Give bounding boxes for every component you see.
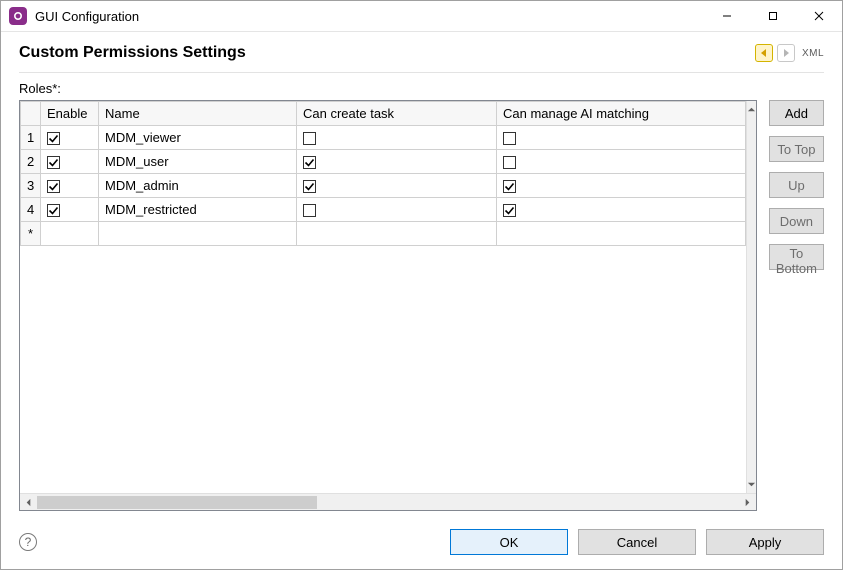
window-root: GUI Configuration Custom Permissions Set… bbox=[0, 0, 843, 570]
row-number[interactable]: 4 bbox=[21, 198, 41, 222]
ok-button[interactable]: OK bbox=[450, 529, 568, 555]
new-row-marker[interactable]: * bbox=[21, 222, 41, 246]
window-maximize-button[interactable] bbox=[750, 1, 796, 32]
scroll-down-icon[interactable] bbox=[747, 476, 756, 493]
table-new-row[interactable]: * bbox=[21, 222, 746, 246]
cell-enable[interactable] bbox=[41, 174, 99, 198]
checkbox-checked-icon[interactable] bbox=[47, 180, 60, 193]
vertical-scrollbar[interactable] bbox=[746, 101, 756, 493]
window-minimize-button[interactable] bbox=[704, 1, 750, 32]
hscroll-thumb[interactable] bbox=[37, 496, 317, 509]
page-title: Custom Permissions Settings bbox=[19, 44, 755, 62]
content-area: Custom Permissions Settings XML Roles*: bbox=[1, 32, 842, 569]
table-row[interactable]: 4 MDM_restricted bbox=[21, 198, 746, 222]
col-header-rownum[interactable] bbox=[21, 102, 41, 126]
cell-manage-ai[interactable] bbox=[497, 126, 746, 150]
help-glyph: ? bbox=[25, 535, 32, 549]
checkbox-checked-icon[interactable] bbox=[47, 132, 60, 145]
nav-forward-button[interactable] bbox=[777, 44, 795, 62]
up-button[interactable]: Up bbox=[769, 172, 824, 198]
cell-enable[interactable] bbox=[41, 126, 99, 150]
footer: ? OK Cancel Apply bbox=[1, 519, 842, 569]
cell-create-task[interactable] bbox=[297, 150, 497, 174]
checkbox-unchecked-icon[interactable] bbox=[503, 132, 516, 145]
nav-back-button[interactable] bbox=[755, 44, 773, 62]
checkbox-checked-icon[interactable] bbox=[503, 204, 516, 217]
help-icon[interactable]: ? bbox=[19, 533, 37, 551]
roles-grid-panel: Enable Name Can create task Can manage A… bbox=[19, 100, 757, 511]
cell-create-task[interactable] bbox=[297, 126, 497, 150]
scroll-right-icon[interactable] bbox=[739, 494, 756, 511]
horizontal-scrollbar[interactable] bbox=[20, 493, 756, 510]
cell-enable[interactable] bbox=[41, 222, 99, 246]
roles-label: Roles*: bbox=[1, 81, 842, 100]
app-icon bbox=[9, 7, 27, 25]
cell-name[interactable]: MDM_user bbox=[99, 150, 297, 174]
cell-create-task[interactable] bbox=[297, 222, 497, 246]
checkbox-unchecked-icon[interactable] bbox=[303, 204, 316, 217]
titlebar: GUI Configuration bbox=[1, 1, 842, 32]
cell-manage-ai[interactable] bbox=[497, 150, 746, 174]
cell-name[interactable] bbox=[99, 222, 297, 246]
checkbox-checked-icon[interactable] bbox=[47, 204, 60, 217]
scroll-left-icon[interactable] bbox=[20, 494, 37, 511]
cell-name[interactable]: MDM_restricted bbox=[99, 198, 297, 222]
down-button[interactable]: Down bbox=[769, 208, 824, 234]
side-buttons: Add To Top Up Down To Bottom bbox=[769, 100, 824, 511]
checkbox-checked-icon[interactable] bbox=[303, 156, 316, 169]
row-number[interactable]: 1 bbox=[21, 126, 41, 150]
row-number[interactable]: 2 bbox=[21, 150, 41, 174]
cell-enable[interactable] bbox=[41, 198, 99, 222]
checkbox-unchecked-icon[interactable] bbox=[303, 132, 316, 145]
apply-button[interactable]: Apply bbox=[706, 529, 824, 555]
window-title: GUI Configuration bbox=[35, 9, 139, 24]
cell-manage-ai[interactable] bbox=[497, 222, 746, 246]
cell-name[interactable]: MDM_admin bbox=[99, 174, 297, 198]
checkbox-checked-icon[interactable] bbox=[303, 180, 316, 193]
cell-manage-ai[interactable] bbox=[497, 174, 746, 198]
cell-enable[interactable] bbox=[41, 150, 99, 174]
window-close-button[interactable] bbox=[796, 1, 842, 32]
table-row[interactable]: 2 MDM_user bbox=[21, 150, 746, 174]
roles-table[interactable]: Enable Name Can create task Can manage A… bbox=[20, 101, 746, 246]
checkbox-checked-icon[interactable] bbox=[503, 180, 516, 193]
add-button[interactable]: Add bbox=[769, 100, 824, 126]
checkbox-checked-icon[interactable] bbox=[47, 156, 60, 169]
header-divider bbox=[19, 72, 824, 73]
table-row[interactable]: 3 MDM_admin bbox=[21, 174, 746, 198]
xml-nav: XML bbox=[755, 44, 824, 62]
table-row[interactable]: 1 MDM_viewer bbox=[21, 126, 746, 150]
cancel-button[interactable]: Cancel bbox=[578, 529, 696, 555]
header-row: Custom Permissions Settings XML bbox=[1, 32, 842, 68]
body-row: Enable Name Can create task Can manage A… bbox=[1, 100, 842, 519]
col-header-manage-ai[interactable]: Can manage AI matching bbox=[497, 102, 746, 126]
col-header-name[interactable]: Name bbox=[99, 102, 297, 126]
cell-name[interactable]: MDM_viewer bbox=[99, 126, 297, 150]
cell-manage-ai[interactable] bbox=[497, 198, 746, 222]
to-top-button[interactable]: To Top bbox=[769, 136, 824, 162]
col-header-create-task[interactable]: Can create task bbox=[297, 102, 497, 126]
to-bottom-button[interactable]: To Bottom bbox=[769, 244, 824, 270]
checkbox-unchecked-icon[interactable] bbox=[503, 156, 516, 169]
xml-label[interactable]: XML bbox=[802, 48, 824, 59]
row-number[interactable]: 3 bbox=[21, 174, 41, 198]
col-header-enable[interactable]: Enable bbox=[41, 102, 99, 126]
scroll-up-icon[interactable] bbox=[747, 101, 756, 118]
cell-create-task[interactable] bbox=[297, 198, 497, 222]
cell-create-task[interactable] bbox=[297, 174, 497, 198]
